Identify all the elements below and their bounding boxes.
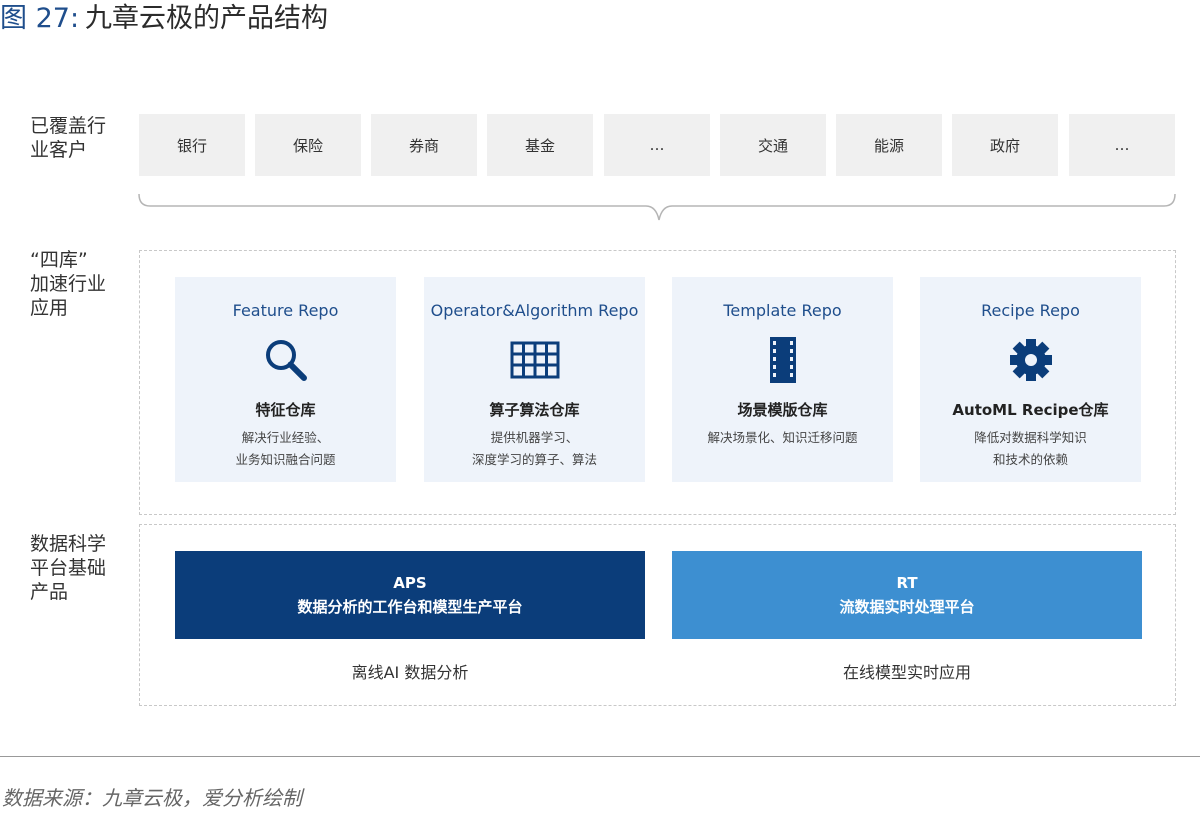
repo-card-feature: Feature Repo 特征仓库 解决行业经验、 业务知识融合问题 [175, 277, 396, 482]
film-strip-icon [769, 337, 796, 383]
platform-caption-aps: 离线AI 数据分析 [351, 663, 469, 682]
repo-card-template: Template Repo 场景模版仓库 解决场景化、知识迁移问题 [672, 277, 893, 482]
customer-box: 银行 [139, 114, 245, 176]
customer-box: 基金 [487, 114, 593, 176]
row-label-apps: “四库” 加速行业 应用 [30, 249, 107, 319]
repo-english-name: Template Repo [723, 301, 842, 320]
customer-box: … [604, 114, 710, 176]
platform-aps: APS 数据分析的工作台和模型生产平台 [175, 551, 645, 639]
customer-box: 政府 [952, 114, 1058, 176]
grouping-brace [138, 193, 1176, 221]
customer-box: 券商 [371, 114, 477, 176]
row-label-platform: 数据科学 平台基础 产品 [30, 533, 107, 603]
repo-english-name: Operator&Algorithm Repo [430, 301, 639, 320]
magnifier-icon [265, 340, 307, 381]
grid-table-icon [510, 341, 559, 379]
gear-icon [1009, 339, 1052, 381]
customer-box: 交通 [720, 114, 826, 176]
repo-description: 提供机器学习、 深度学习的算子、算法 [471, 430, 597, 467]
customer-box: 能源 [836, 114, 942, 176]
platform-description: 流数据实时处理平台 [839, 598, 975, 616]
repo-description: 降低对数据科学知识 和技术的依赖 [974, 430, 1087, 467]
platform-name: APS [393, 574, 427, 592]
row-label-customers: 已覆盖行 业客户 [30, 115, 107, 161]
source-note: 数据来源：九章云极，爱分析绘制 [2, 786, 302, 810]
repo-chinese-name: 场景模版仓库 [737, 401, 828, 419]
divider [0, 756, 1200, 757]
customer-box: … [1069, 114, 1175, 176]
figure-title: 图 27: 九章云极的产品结构 [0, 0, 328, 40]
repo-english-name: Feature Repo [232, 301, 339, 320]
repo-english-name: Recipe Repo [981, 301, 1080, 320]
platform-caption-rt: 在线模型实时应用 [842, 663, 971, 682]
repo-chinese-name: 算子算法仓库 [489, 401, 580, 419]
repo-chinese-name: AutoML Recipe仓库 [952, 401, 1109, 419]
platform-rt: RT 流数据实时处理平台 [672, 551, 1142, 639]
platform-description: 数据分析的工作台和模型生产平台 [297, 598, 523, 616]
repo-card-recipe: Recipe Repo AutoML Recipe仓库 降低对数据科学知识 和技… [920, 277, 1141, 482]
repo-description: 解决行业经验、 业务知识融合问题 [235, 430, 336, 467]
repo-card-operator-algorithm: Operator&Algorithm Repo 算子算法仓库 提供机器学习、 深… [424, 277, 645, 482]
figure-name: 九章云极的产品结构 [85, 3, 329, 34]
repo-description: 解决场景化、知识迁移问题 [707, 430, 858, 445]
customer-box: 保险 [255, 114, 361, 176]
repo-chinese-name: 特征仓库 [255, 401, 316, 419]
figure-number: 图 27: [0, 3, 80, 34]
platform-name: RT [896, 574, 918, 592]
